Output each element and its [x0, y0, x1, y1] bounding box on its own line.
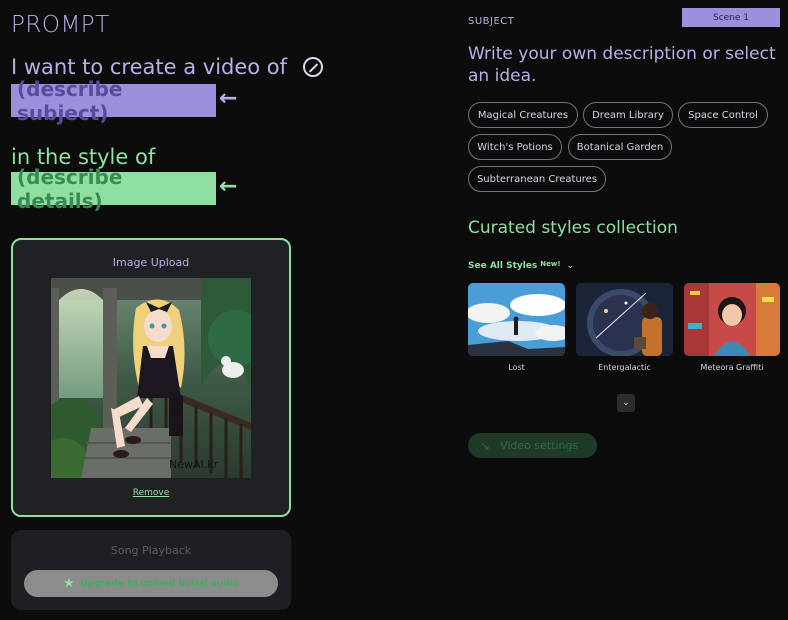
style-card-entergalactic[interactable]: Entergalactic — [576, 283, 673, 375]
style-card-meteora-graffiti[interactable]: Meteora Graffiti — [684, 283, 780, 375]
upgrade-audio-label: Upgrade to upload initial audio — [80, 578, 239, 589]
video-settings-label: Video settings — [500, 439, 579, 452]
prompt-line-1-text: I want to create a video of — [11, 55, 288, 79]
style-label: Lost — [508, 363, 525, 372]
subject-label: SUBJECT — [468, 16, 515, 27]
see-all-styles-label: See All Styles — [468, 261, 538, 271]
style-card-lost[interactable]: Lost — [468, 283, 565, 375]
style-thumbnail — [468, 283, 565, 356]
chevron-down-icon: ⌄ — [566, 261, 575, 271]
idea-pill-witchs-potions[interactable]: Witch's Potions — [468, 134, 562, 160]
details-placeholder-chip[interactable]: (describe details) — [11, 165, 216, 213]
idea-pill-dream-library[interactable]: Dream Library — [583, 102, 673, 128]
style-thumbnail — [684, 283, 780, 356]
curated-styles-heading: Curated styles collection — [468, 218, 678, 238]
upgrade-audio-button[interactable]: ★ Upgrade to upload initial audio — [24, 570, 278, 597]
expand-styles-button[interactable]: ⌄ — [617, 394, 635, 412]
image-upload-title: Image Upload — [112, 256, 190, 269]
see-all-styles-link[interactable]: See All Styles New! ⌄ — [468, 260, 575, 271]
star-icon: ★ — [63, 576, 75, 591]
idea-pill-botanical-garden[interactable]: Botanical Garden — [568, 134, 672, 160]
watermark-text: NewAI.kr — [169, 458, 219, 471]
arrow-left-icon: ← — [219, 86, 238, 111]
idea-pill-space-control[interactable]: Space Control — [678, 102, 768, 128]
style-thumbnail — [576, 283, 673, 356]
idea-pill-subterranean-creatures[interactable]: Subterranean Creatures — [468, 166, 606, 192]
song-playback-card: Song Playback ★ Upgrade to upload initia… — [11, 530, 291, 610]
chevron-down-icon: ⌄ — [622, 398, 630, 408]
prompt-title: PROMPT — [11, 12, 110, 38]
uploaded-image: NewAI.kr — [51, 278, 251, 478]
wand-icon[interactable] — [303, 57, 324, 77]
image-upload-card[interactable]: Image Upload NewAI.kr Remove — [11, 238, 291, 517]
arrow-icon: ↘ — [480, 438, 491, 453]
style-label: Entergalactic — [598, 363, 651, 372]
video-settings-button[interactable]: ↘ Video settings — [468, 433, 597, 458]
subject-placeholder-chip[interactable]: (describe subject) — [11, 77, 216, 125]
style-label: Meteora Graffiti — [700, 363, 764, 372]
remove-image-link[interactable]: Remove — [13, 488, 289, 498]
scene-badge[interactable]: Scene 1 — [682, 8, 780, 27]
new-badge: New! — [540, 260, 561, 268]
idea-pill-magical-creatures[interactable]: Magical Creatures — [468, 102, 578, 128]
prompt-line-1: I want to create a video of — [11, 55, 324, 79]
song-playback-title: Song Playback — [110, 544, 192, 557]
uploaded-image-illustration: NewAI.kr — [51, 278, 251, 478]
subject-heading: Write your own description or select an … — [468, 44, 776, 86]
arrow-left-icon: ← — [219, 174, 238, 199]
